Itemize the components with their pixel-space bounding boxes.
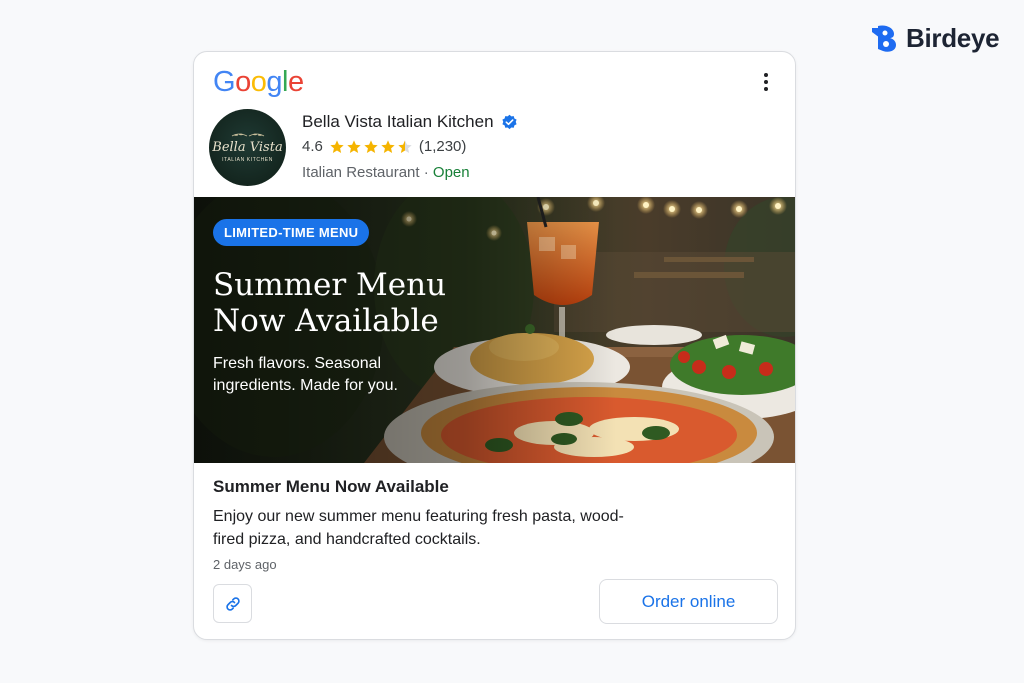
birdeye-brand: Birdeye [868,22,1000,54]
star-icon [364,139,378,153]
business-logo: Bella Vista ITALIAN KITCHEN [209,109,286,186]
star-icon [398,139,412,153]
open-status: Open [432,164,470,181]
hero-title: Summer Menu Now Available [213,267,493,339]
google-letter: e [287,66,304,98]
star-icon [381,139,395,153]
google-letter: g [266,66,282,98]
separator: · [419,164,433,181]
hero-image[interactable]: LIMITED-TIME MENU Summer Menu Now Availa… [194,197,795,463]
business-logo-text: Bella Vista [212,140,283,155]
link-icon [225,596,240,611]
review-count[interactable]: (1,230) [419,138,467,155]
google-letter: o [235,66,251,98]
rating-value: 4.6 [302,138,323,155]
post-body: Enjoy our new summer menu featuring fres… [213,508,624,548]
google-logo: Google [213,66,304,99]
hero-subtitle: Fresh flavors. Seasonal ingredients. Mad… [213,355,398,394]
business-logo-subtext: ITALIAN KITCHEN [222,157,273,163]
category-row: Italian Restaurant · Open [302,164,470,181]
more-vert-icon[interactable] [754,70,778,94]
google-letter: G [213,66,236,98]
hero-title-line: Summer Menu [213,267,447,303]
star-icon [347,139,361,153]
birdeye-logo-icon [872,25,896,52]
limited-time-badge: LIMITED-TIME MENU [213,219,370,246]
star-rating [329,139,413,155]
brand-name: Birdeye [906,22,1000,53]
hero-title-line: Now Available [213,303,439,339]
post-timestamp: 2 days ago [213,557,277,572]
business-name-row: Bella Vista Italian Kitchen [302,112,518,132]
verified-badge-icon [501,114,517,129]
share-link-button[interactable] [213,584,252,623]
google-letter: o [250,66,267,98]
order-online-button[interactable]: Order online [599,579,778,624]
star-icon [330,139,344,153]
rating-row: 4.6 (1,230) [302,138,466,155]
post-title: Summer Menu Now Available [213,477,449,496]
business-name[interactable]: Bella Vista Italian Kitchen [302,112,494,132]
laurel-icon [231,133,264,137]
business-category: Italian Restaurant [302,164,420,181]
google-post-card: Google Bella Vista ITALIAN KITCHEN Bella… [193,51,796,640]
